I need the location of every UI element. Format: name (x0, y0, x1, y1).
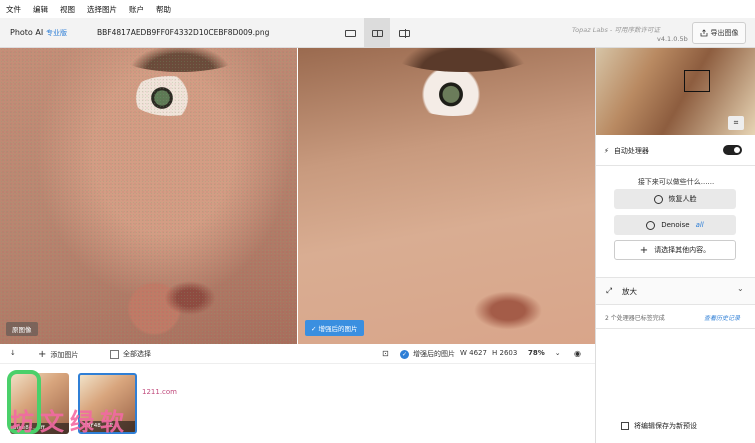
menu-bar: 文件 编辑 视图 选择图片 账户 帮助 (0, 0, 755, 18)
crop-icon[interactable]: ⌗ (728, 116, 744, 130)
upscale-section[interactable]: ⤢ 放大 (596, 277, 755, 305)
fit-icon: ⊡ (382, 349, 389, 358)
file-name: BBF4817AEDB9FF0F4332D10CEBF8D009.png (97, 28, 270, 37)
recover-faces-label: 恢复人脸 (668, 195, 697, 203)
export-label: 导出图像 (710, 29, 739, 37)
eye-shape (403, 68, 503, 116)
upscale-label: 放大 (622, 286, 637, 296)
navigator-thumbnail[interactable]: ⌗ (596, 48, 755, 135)
app-window: 文件 编辑 视图 选择图片 账户 帮助 Photo AI 专业版 BBF4817… (0, 0, 755, 443)
autopilot-label: 自动处理器 (613, 147, 649, 155)
edition-badge: 专业版 (46, 29, 67, 37)
enhanced-label: ✓ 增强后的图片 (305, 320, 364, 336)
nostril-shape (468, 288, 548, 333)
right-panel: ⌗ ⚡ 自动处理器 接下来可以做些什么...... 恢复人脸 Denoise a… (595, 48, 755, 443)
version-label: v4.1.0.5b (657, 35, 688, 43)
brand-license: Topaz Labs - 可用序数许可证 (572, 26, 660, 34)
enhanced-label-text: 增强后的图片 (318, 325, 358, 333)
save-icon (621, 422, 629, 430)
nostril-shape (160, 278, 220, 318)
app-title: Photo AI (10, 28, 44, 37)
height-readout: H 2603 (492, 349, 517, 357)
split-view-icon (371, 29, 383, 37)
enhanced-toggle-label: 增强后的图片 (413, 350, 455, 358)
eyebrow-shape (120, 48, 240, 72)
autopilot-row: ⚡ 自动处理器 (604, 146, 649, 156)
divider (596, 328, 755, 329)
menu-item-edit[interactable]: 编辑 (33, 4, 48, 15)
status-text: 2 个处理器已标签完成 (605, 315, 665, 322)
denoise-button[interactable]: Denoise all (614, 215, 736, 235)
add-images-button[interactable]: + 添加图片 (38, 349, 78, 360)
watermark-text: 坊文绿软 (10, 408, 130, 436)
lightning-icon: ⚡ (604, 147, 609, 155)
menu-item-help[interactable]: 帮助 (156, 4, 171, 15)
save-preset-label: 将编辑保存为新预设 (634, 422, 697, 430)
menu-item-file[interactable]: 文件 (6, 4, 21, 15)
enhanced-toggle[interactable]: ✓ 增强后的图片 (400, 349, 455, 359)
split-view-button[interactable] (364, 18, 390, 48)
preview-settings-button[interactable]: ◉ (574, 349, 581, 358)
denoise-tag: all (695, 221, 704, 229)
export-button[interactable]: 导出图像 (692, 22, 746, 44)
chevron-down-icon: ⌄ (554, 349, 561, 357)
add-images-label: 添加图片 (50, 350, 79, 359)
add-enhancement-button[interactable]: + 请选择其他内容。 (614, 240, 736, 260)
navigator-viewport[interactable] (684, 70, 710, 92)
width-value: W 4627 (460, 349, 487, 357)
image-preview[interactable]: 原图像 ✓ 增强后的图片 (0, 48, 595, 344)
toolbar: Photo AI 专业版 BBF4817AEDB9FF0F4332D10CEBF… (0, 18, 755, 48)
check-icon: ✓ (400, 349, 409, 359)
height-value: H 2603 (492, 349, 518, 357)
chevron-down-icon[interactable]: ⌄ (737, 284, 744, 293)
zoom-value: 78% (528, 349, 545, 357)
autopilot-toggle[interactable] (723, 145, 742, 155)
single-view-icon (344, 29, 356, 37)
side-by-side-icon (398, 28, 410, 38)
zoom-select[interactable]: 78% ⌄ (528, 349, 561, 357)
single-view-button[interactable] (337, 18, 363, 48)
width-readout: W 4627 (460, 349, 487, 357)
add-enhancement-label: 请选择其他内容。 (654, 246, 711, 254)
original-label: 原图像 (6, 322, 38, 336)
plus-icon: + (38, 349, 47, 360)
eye-icon: ◉ (574, 349, 581, 358)
checkbox-icon (110, 349, 119, 359)
denoise-label: Denoise (661, 221, 690, 229)
preview-bottom-bar: ↓ + 添加图片 全部选择 ⊡ ✓ 增强后的图片 W 4627 H 2603 7… (0, 344, 595, 364)
side-by-side-view-button[interactable] (391, 18, 417, 48)
face-icon (653, 194, 663, 204)
plus-icon: + (639, 244, 649, 256)
select-all-checkbox[interactable]: 全部选择 (110, 349, 151, 359)
export-icon (700, 29, 707, 37)
eye-shape (130, 76, 210, 116)
denoise-icon (646, 220, 656, 230)
menu-item-select-images[interactable]: 选择图片 (87, 4, 117, 15)
recover-faces-button[interactable]: 恢复人脸 (614, 189, 736, 209)
fit-button[interactable]: ⊡ (382, 349, 389, 358)
menu-item-account[interactable]: 账户 (129, 4, 144, 15)
enhanced-image-pane[interactable] (298, 48, 595, 344)
sort-button[interactable]: ↓ (10, 349, 16, 357)
save-preset-button[interactable]: 将编辑保存为新预设 (621, 421, 697, 431)
watermark-url: 1211.com (142, 388, 177, 396)
expand-arrows-icon: ⤢ (606, 286, 612, 295)
menu-item-view[interactable]: 视图 (60, 4, 75, 15)
divider (596, 165, 755, 166)
suggest-title: 接下来可以做些什么...... (637, 178, 715, 186)
sort-icon: ↓ (10, 349, 16, 357)
original-image-pane[interactable] (0, 48, 297, 344)
eyebrow-shape (388, 48, 538, 72)
select-all-label: 全部选择 (123, 350, 151, 358)
history-link[interactable]: 查看历史记录 (704, 313, 740, 322)
